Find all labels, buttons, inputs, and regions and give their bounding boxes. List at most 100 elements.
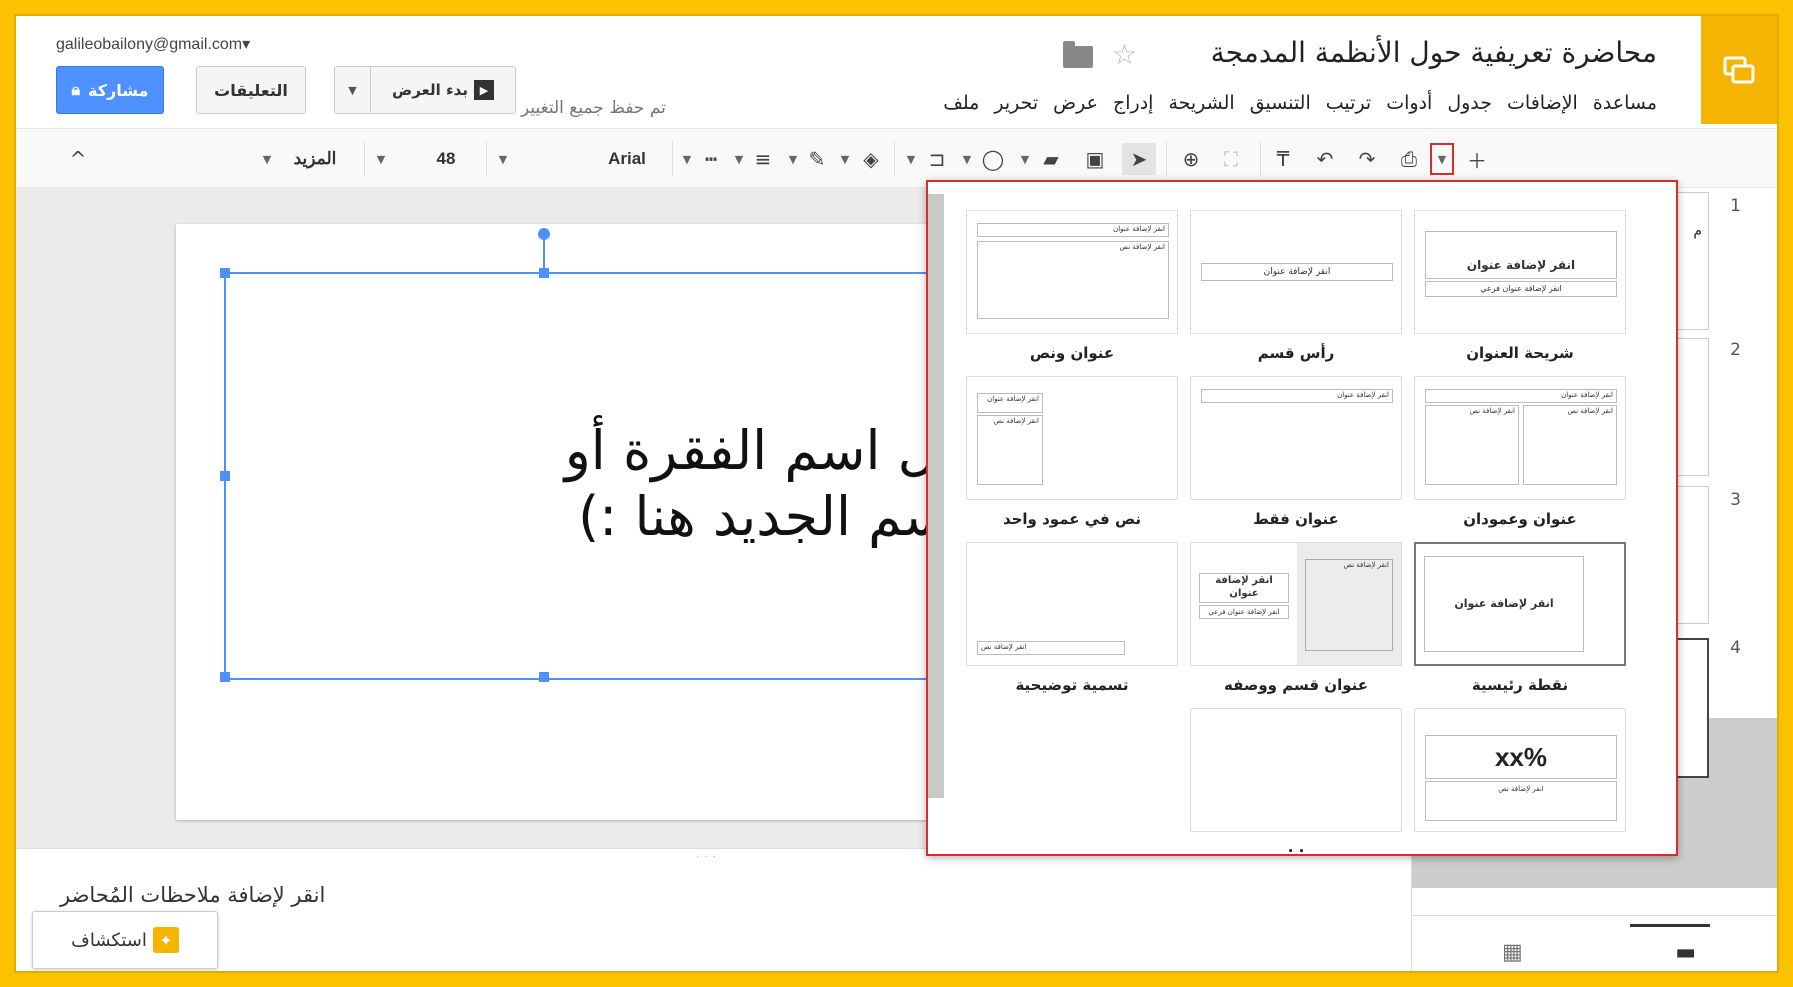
menu-view[interactable]: عرض bbox=[1053, 92, 1098, 114]
layout-section-header[interactable]: انقر لإضافة عنوان رأس قسم bbox=[1190, 210, 1402, 362]
placeholder-title: انقر لإضافة عنوان bbox=[977, 393, 1043, 413]
explore-button[interactable]: استكشاف ✦ bbox=[32, 911, 218, 969]
toolbar: ^ ▼ المزيد ▼ 48 ▼ Arial ▼ ┅ ▼ ≡ ▼ ✎ ▼ ◈ … bbox=[16, 128, 1777, 188]
menu-tools[interactable]: أدوات bbox=[1386, 92, 1432, 114]
text-box-icon[interactable]: ▣ bbox=[1080, 143, 1110, 175]
layout-thumbnail: انقر لإضافة عنوان انقر لإضافة نص bbox=[966, 376, 1178, 500]
line-icon[interactable]: ⊐ bbox=[922, 143, 952, 175]
layout-label: تسمية توضيحية bbox=[1015, 676, 1129, 694]
menu-format[interactable]: التنسيق bbox=[1250, 92, 1311, 114]
border-dash-icon[interactable]: ┅ bbox=[696, 143, 726, 175]
scrollbar[interactable] bbox=[928, 194, 944, 798]
layout-section-title-description[interactable]: انقر لإضافة عنوان انقر لإضافة عنوان فرعي… bbox=[1190, 542, 1402, 694]
placeholder-title: انقر لإضافة عنوان bbox=[1201, 263, 1393, 281]
pointer-icon[interactable]: ➤ bbox=[1122, 143, 1156, 175]
fill-color-icon[interactable]: ◈ bbox=[856, 143, 886, 175]
image-icon[interactable]: ▰ bbox=[1036, 143, 1066, 175]
layout-label: عنوان وعمودان bbox=[1463, 510, 1577, 528]
share-button[interactable]: 🔒︎ مشاركة bbox=[56, 66, 164, 114]
redo-icon[interactable]: ↷ bbox=[1352, 143, 1382, 175]
more-button[interactable]: المزيد bbox=[278, 143, 352, 175]
placeholder-caption: انقر لإضافة نص bbox=[977, 641, 1125, 655]
chevron-down-icon[interactable]: ▼ bbox=[496, 143, 510, 175]
menu-help[interactable]: مساعدة bbox=[1593, 92, 1657, 114]
font-family-select[interactable]: Arial bbox=[592, 143, 662, 175]
menu-table[interactable]: جدول bbox=[1447, 92, 1492, 114]
chevron-down-icon[interactable]: ▼ bbox=[732, 143, 746, 175]
placeholder-title: انقر لإضافة عنوان bbox=[1425, 231, 1617, 279]
font-size-select[interactable]: 48 bbox=[416, 143, 476, 175]
layout-thumbnail: انقر لإضافة عنوان bbox=[1190, 376, 1402, 500]
save-status: تم حفظ جميع التغيير bbox=[521, 98, 666, 118]
toolbar-divider bbox=[672, 141, 673, 177]
chevron-down-icon[interactable]: ▼ bbox=[260, 143, 274, 175]
chevron-down-icon[interactable]: ▼ bbox=[960, 143, 974, 175]
menu-file[interactable]: ملف bbox=[943, 92, 979, 114]
rotate-handle[interactable] bbox=[538, 228, 550, 240]
resize-handle[interactable] bbox=[539, 672, 549, 682]
placeholder-title: انقر لإضافة عنوان bbox=[977, 223, 1169, 237]
layout-label: عنوان فقط bbox=[1253, 510, 1339, 528]
zoom-icon[interactable]: ⊕ bbox=[1176, 143, 1206, 175]
present-dropdown-button[interactable]: ▼ bbox=[335, 67, 371, 113]
resize-handle[interactable] bbox=[220, 471, 230, 481]
layout-thumbnail: انقر لإضافة عنوان انقر لإضافة نص انقر لإ… bbox=[1414, 376, 1626, 500]
chevron-down-icon[interactable]: ▼ bbox=[786, 143, 800, 175]
collapse-icon[interactable]: ^ bbox=[60, 143, 96, 175]
placeholder-subtitle: انقر لإضافة عنوان فرعي bbox=[1425, 281, 1617, 297]
placeholder-body: انقر لإضافة نص bbox=[977, 241, 1169, 319]
border-weight-icon[interactable]: ≡ bbox=[748, 143, 778, 175]
print-icon[interactable]: ⎙ bbox=[1394, 143, 1424, 175]
notes-placeholder[interactable]: انقر لإضافة ملاحظات المُحاضر bbox=[60, 883, 325, 907]
border-color-icon[interactable]: ✎ bbox=[802, 143, 832, 175]
layout-dropdown-button[interactable]: ▼ bbox=[1430, 143, 1454, 175]
layout-one-column-text[interactable]: انقر لإضافة عنوان انقر لإضافة نص نص في ع… bbox=[966, 376, 1178, 528]
menu-arrange[interactable]: ترتيب bbox=[1326, 92, 1371, 114]
layout-title-slide[interactable]: انقر لإضافة عنوان انقر لإضافة عنوان فرعي… bbox=[1414, 210, 1626, 362]
chevron-down-icon[interactable]: ▼ bbox=[904, 143, 918, 175]
filmstrip-view-icon[interactable]: ▬ bbox=[1675, 940, 1696, 965]
layout-blank[interactable]: · · bbox=[1190, 708, 1402, 854]
layout-title-two-columns[interactable]: انقر لإضافة عنوان انقر لإضافة نص انقر لإ… bbox=[1414, 376, 1626, 528]
speaker-notes[interactable]: · · · انقر لإضافة ملاحظات المُحاضر استكش… bbox=[16, 848, 1411, 971]
present-button[interactable]: بدء العرض ▶ bbox=[371, 80, 515, 100]
explore-label: استكشاف bbox=[71, 929, 147, 951]
layout-main-point[interactable]: انقر لإضافة عنوان نقطة رئيسية bbox=[1414, 542, 1626, 694]
paint-format-icon[interactable]: ₸ bbox=[1268, 143, 1298, 175]
folder-icon[interactable] bbox=[1063, 41, 1093, 68]
layout-thumbnail: انقر لإضافة عنوان انقر لإضافة عنوان فرعي… bbox=[1190, 542, 1402, 666]
layout-caption[interactable]: انقر لإضافة نص تسمية توضيحية bbox=[966, 542, 1178, 694]
layout-picker-menu: انقر لإضافة عنوان انقر لإضافة نص عنوان و… bbox=[926, 180, 1678, 856]
slide-number: 2 bbox=[1730, 340, 1741, 360]
zoom-fit-icon[interactable]: ⛶ bbox=[1216, 143, 1246, 175]
add-icon[interactable]: ＋ bbox=[1462, 143, 1492, 175]
account-email[interactable]: galileobailony@gmail.com▾ bbox=[56, 34, 250, 54]
star-icon[interactable]: ☆ bbox=[1112, 38, 1137, 71]
menu-addons[interactable]: الإضافات bbox=[1507, 92, 1578, 114]
document-title[interactable]: محاضرة تعريفية حول الأنظمة المدمجة bbox=[1211, 36, 1657, 69]
shape-icon[interactable]: ◯ bbox=[976, 143, 1010, 175]
resize-handle[interactable] bbox=[539, 268, 549, 278]
layout-thumbnail: انقر لإضافة عنوان bbox=[1190, 210, 1402, 334]
layout-title-body[interactable]: انقر لإضافة عنوان انقر لإضافة نص عنوان و… bbox=[966, 210, 1178, 362]
chevron-down-icon[interactable]: ▼ bbox=[374, 143, 388, 175]
chevron-down-icon[interactable]: ▼ bbox=[1018, 143, 1032, 175]
slide-number: 1 bbox=[1730, 196, 1741, 216]
menu-insert[interactable]: إدراج bbox=[1113, 92, 1153, 114]
menu-edit[interactable]: تحرير bbox=[994, 92, 1038, 114]
placeholder-subtitle: انقر لإضافة عنوان فرعي bbox=[1199, 605, 1289, 619]
layout-label: عنوان ونص bbox=[1029, 344, 1115, 362]
chevron-down-icon[interactable]: ▼ bbox=[680, 143, 694, 175]
resize-handle[interactable] bbox=[220, 672, 230, 682]
slides-logo-icon[interactable] bbox=[1701, 16, 1777, 124]
undo-icon[interactable]: ↶ bbox=[1310, 143, 1340, 175]
chevron-down-icon[interactable]: ▼ bbox=[838, 143, 852, 175]
notes-resize-grip[interactable]: · · · bbox=[696, 852, 717, 863]
layout-label: رأس قسم bbox=[1257, 344, 1335, 362]
grid-view-icon[interactable]: ▦ bbox=[1502, 940, 1523, 965]
menu-slide[interactable]: الشريحة bbox=[1168, 92, 1234, 114]
comments-button[interactable]: التعليقات bbox=[196, 66, 306, 114]
layout-title-only[interactable]: انقر لإضافة عنوان عنوان فقط bbox=[1190, 376, 1402, 528]
resize-handle[interactable] bbox=[220, 268, 230, 278]
layout-big-number[interactable]: xx% انقر لإضافة نص ـ bbox=[1414, 708, 1626, 854]
